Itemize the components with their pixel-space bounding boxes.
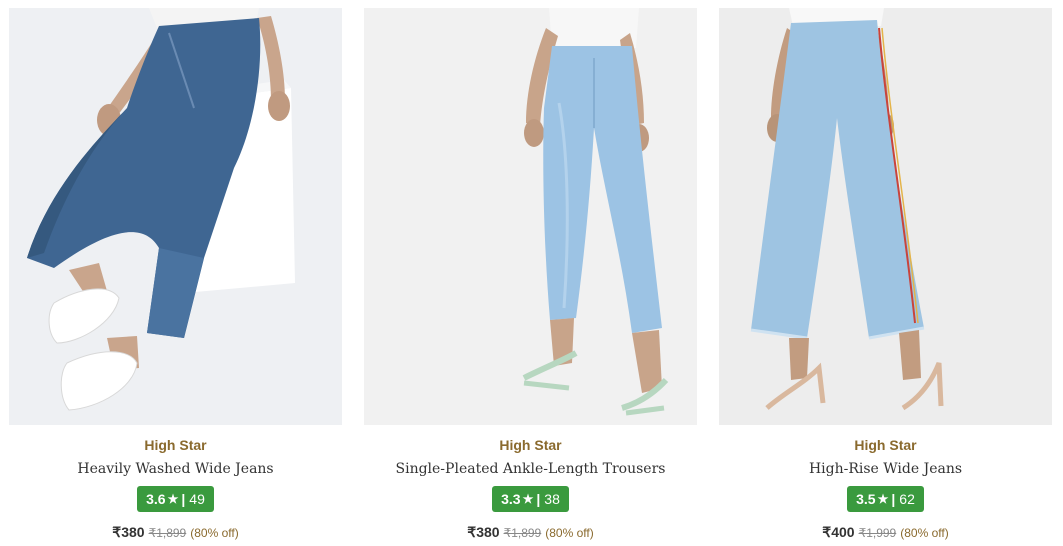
rating-separator: | (891, 491, 896, 507)
product-name[interactable]: High-Rise Wide Jeans (809, 461, 962, 477)
original-price: ₹1,999 (858, 526, 897, 540)
product-image[interactable] (719, 8, 1052, 425)
product-brand: High Star (499, 437, 562, 453)
selling-price: ₹380 (467, 524, 500, 540)
product-card[interactable]: High Star Heavily Washed Wide Jeans 3.6 … (9, 8, 342, 541)
rating-badge[interactable]: 3.3 ★ | 38 (492, 486, 569, 512)
rating-value: 3.5 (856, 491, 876, 507)
rating-count: 38 (544, 491, 560, 507)
product-card[interactable]: High Star High-Rise Wide Jeans 3.5 ★ | 6… (719, 8, 1052, 541)
selling-price: ₹380 (112, 524, 145, 540)
price-row: ₹380 ₹1,899 (80% off) (112, 524, 238, 541)
product-image[interactable] (364, 8, 697, 425)
selling-price: ₹400 (822, 524, 855, 540)
rating-value: 3.3 (501, 491, 521, 507)
rating-badge[interactable]: 3.6 ★ | 49 (137, 486, 214, 512)
product-card[interactable]: High Star Single-Pleated Ankle-Length Tr… (364, 8, 697, 541)
discount-label: (80% off) (900, 526, 949, 540)
discount-label: (80% off) (190, 526, 239, 540)
product-brand: High Star (144, 437, 207, 453)
discount-label: (80% off) (545, 526, 594, 540)
price-row: ₹400 ₹1,999 (80% off) (822, 524, 948, 541)
price-row: ₹380 ₹1,899 (80% off) (467, 524, 593, 541)
star-icon: ★ (522, 492, 534, 506)
product-image[interactable] (9, 8, 342, 425)
product-name[interactable]: Single-Pleated Ankle-Length Trousers (396, 461, 666, 477)
rating-count: 62 (899, 491, 915, 507)
rating-count: 49 (189, 491, 205, 507)
star-icon: ★ (167, 492, 179, 506)
rating-separator: | (536, 491, 541, 507)
product-name[interactable]: Heavily Washed Wide Jeans (77, 461, 273, 477)
product-brand: High Star (854, 437, 917, 453)
light-blue-wide-jeans-photo (719, 8, 1052, 425)
rating-separator: | (181, 491, 186, 507)
dark-blue-wide-jeans-photo (9, 8, 342, 425)
star-icon: ★ (877, 492, 889, 506)
light-blue-trousers-photo (364, 8, 697, 425)
rating-badge[interactable]: 3.5 ★ | 62 (847, 486, 924, 512)
original-price: ₹1,899 (148, 526, 187, 540)
product-grid: High Star Heavily Washed Wide Jeans 3.6 … (9, 8, 1052, 541)
rating-value: 3.6 (146, 491, 166, 507)
original-price: ₹1,899 (503, 526, 542, 540)
